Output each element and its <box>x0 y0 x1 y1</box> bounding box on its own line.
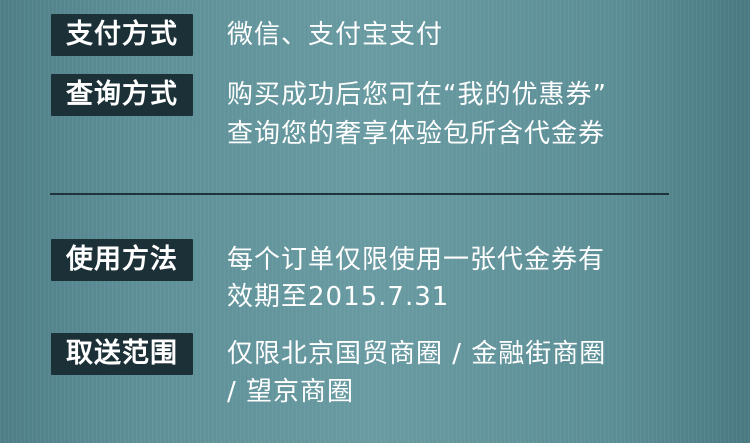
section-label-query: 查询方式 <box>51 74 193 116</box>
section-text-payment-line-1: 微信、支付宝支付 <box>227 20 444 50</box>
section-label-usage: 使用方法 <box>51 239 193 281</box>
section-text-usage-line-1: 每个订单仅限使用一张代金券有 <box>227 245 606 275</box>
section-text-delivery-line-2: / 望京商圈 <box>227 377 355 407</box>
section-text-delivery-line-1: 仅限北京国贸商圈 / 金融街商圈 <box>227 339 607 369</box>
section-text-query-line-2: 查询您的奢享体验包所含代金券 <box>227 119 606 149</box>
section-text-usage-line-2: 效期至2015.7.31 <box>227 282 450 312</box>
section-divider <box>50 193 669 195</box>
section-text-query-line-1: 购买成功后您可在“我的优惠券” <box>227 80 607 110</box>
section-label-delivery: 取送范围 <box>51 333 193 375</box>
section-label-payment: 支付方式 <box>51 14 193 56</box>
